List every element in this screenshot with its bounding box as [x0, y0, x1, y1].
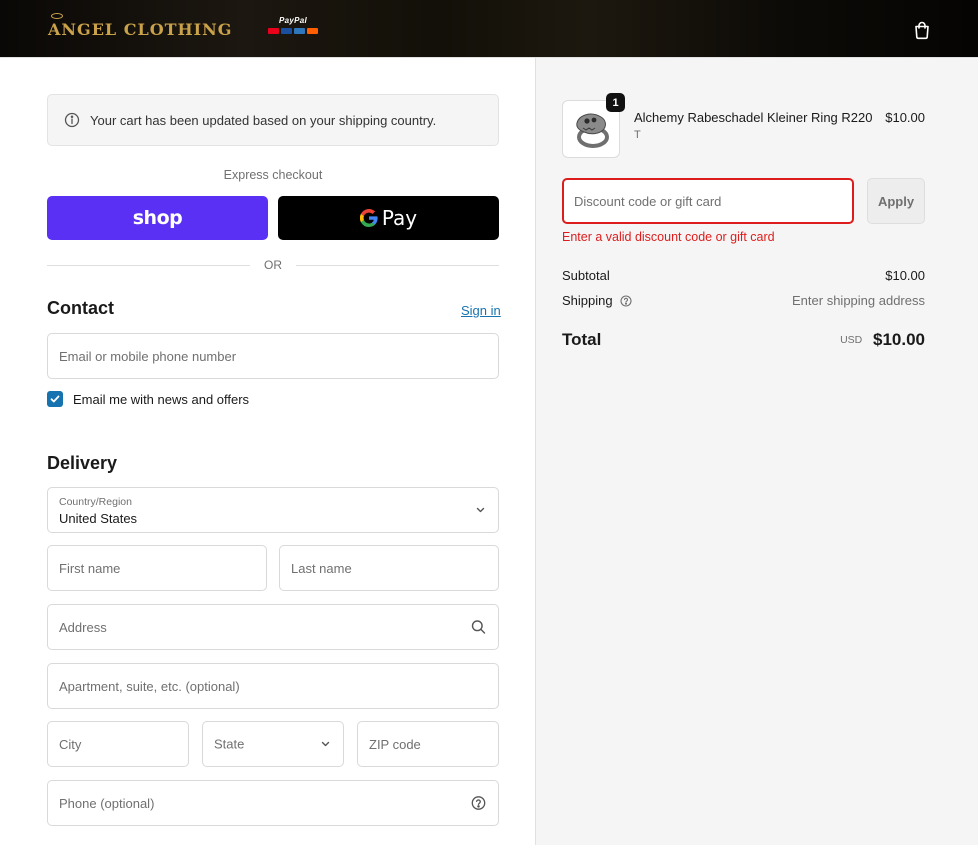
phone-input[interactable]	[48, 781, 498, 825]
divider-line	[47, 264, 250, 266]
halo-icon	[51, 13, 63, 19]
newsletter-label: Email me with news and offers	[73, 391, 250, 407]
newsletter-checkbox-row[interactable]: Email me with news and offers	[47, 391, 249, 407]
store-header: ANGEL CLOTHING PayPal	[0, 0, 978, 58]
subtotal-label: Subtotal	[562, 268, 610, 283]
apply-discount-button[interactable]: Apply	[867, 178, 925, 224]
newsletter-checkbox[interactable]	[47, 391, 63, 407]
chevron-down-icon	[321, 741, 330, 747]
last-name-field[interactable]	[279, 545, 499, 591]
order-summary: 1 Alchemy Rabeschadel Kleiner Ring R220 …	[535, 58, 978, 845]
phone-field[interactable]	[47, 780, 499, 826]
apartment-field[interactable]	[47, 663, 499, 709]
help-icon[interactable]	[471, 796, 486, 811]
search-icon[interactable]	[471, 620, 486, 635]
zip-input[interactable]	[358, 722, 498, 766]
city-input[interactable]	[48, 722, 188, 766]
cart-updated-notice: Your cart has been updated based on your…	[47, 94, 499, 146]
first-name-field[interactable]	[47, 545, 267, 591]
shop-pay-button[interactable]: shop	[47, 196, 268, 240]
info-icon	[64, 112, 80, 128]
zip-field[interactable]	[357, 721, 499, 767]
checkout-form: Your cart has been updated based on your…	[0, 58, 535, 845]
amex-icon	[294, 28, 305, 34]
discount-field[interactable]	[562, 178, 854, 224]
or-label: OR	[264, 258, 282, 272]
contact-title: Contact	[47, 298, 114, 318]
state-select[interactable]: State	[202, 721, 344, 767]
country-value: United States	[59, 511, 138, 526]
or-divider: OR	[47, 258, 499, 272]
mastercard-icon	[268, 28, 279, 34]
product-variant: T	[634, 129, 641, 141]
subtotal-value: $10.00	[885, 268, 925, 283]
total-value: $10.00	[873, 330, 925, 349]
shipping-label: Shipping	[562, 293, 613, 308]
paypal-label: PayPal	[278, 16, 308, 25]
chevron-down-icon	[476, 507, 485, 513]
sign-in-link[interactable]: Sign in	[461, 303, 501, 318]
address-field[interactable]	[47, 604, 499, 650]
shopping-bag-icon[interactable]	[912, 20, 932, 40]
quantity-badge: 1	[606, 93, 625, 112]
total-currency: USD	[840, 334, 863, 346]
checkmark-icon	[50, 395, 60, 403]
discover-icon	[307, 28, 318, 34]
google-pay-label: Pay	[381, 206, 418, 230]
first-name-input[interactable]	[48, 546, 266, 590]
email-input[interactable]	[48, 334, 498, 378]
shop-pay-label: shop	[132, 207, 183, 229]
card-logos	[268, 28, 318, 34]
apartment-input[interactable]	[48, 664, 498, 708]
google-g-icon	[359, 209, 378, 227]
brand-name: ANGEL CLOTHING	[48, 20, 233, 39]
country-label: Country/Region	[59, 496, 132, 508]
visa-icon	[281, 28, 292, 34]
state-placeholder: State	[214, 736, 245, 752]
express-checkout-label: Express checkout	[223, 168, 323, 182]
shipping-label-row: Shipping	[562, 293, 632, 308]
city-field[interactable]	[47, 721, 189, 767]
delivery-title: Delivery	[47, 453, 118, 473]
store-logo[interactable]: ANGEL CLOTHING	[48, 13, 233, 39]
discount-error-message: Enter a valid discount code or gift card	[562, 230, 775, 244]
divider-line	[296, 264, 499, 266]
country-select[interactable]: Country/Region United States	[47, 487, 499, 533]
email-field[interactable]	[47, 333, 499, 379]
product-price: $10.00	[885, 110, 925, 125]
address-input[interactable]	[48, 605, 498, 649]
shipping-value: Enter shipping address	[792, 293, 925, 308]
total-label: Total	[562, 330, 602, 349]
help-icon[interactable]	[620, 295, 632, 307]
discount-input[interactable]	[564, 180, 852, 222]
total-value-row: USD $10.00	[840, 330, 925, 350]
google-pay-button[interactable]: Pay	[278, 196, 499, 240]
product-name: Alchemy Rabeschadel Kleiner Ring R220	[634, 110, 873, 125]
last-name-input[interactable]	[280, 546, 498, 590]
notice-text: Your cart has been updated based on your…	[90, 112, 437, 128]
paypal-badge: PayPal	[268, 16, 318, 42]
